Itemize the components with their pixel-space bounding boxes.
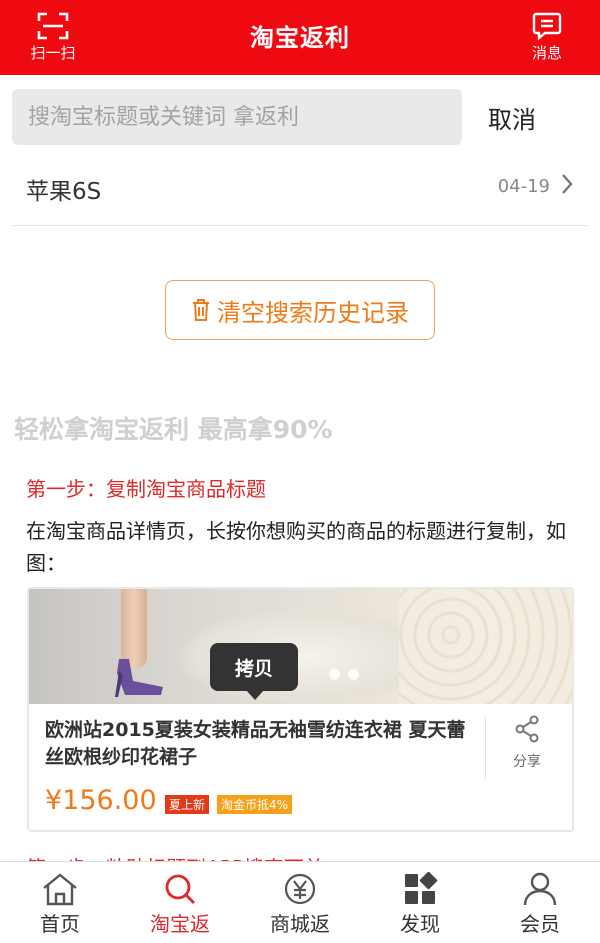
new-badge: 夏上新 <box>165 795 210 814</box>
tab-discover[interactable]: 发现 <box>360 862 480 943</box>
message-button[interactable]: 消息 <box>516 10 578 63</box>
clear-history-button[interactable]: 清空搜索历史记录 <box>165 280 435 340</box>
history-item[interactable]: 苹果6S 04-19 <box>12 160 588 226</box>
product-price: ¥156.00 <box>45 785 157 816</box>
step1-title: 第一步：复制淘宝商品标题 <box>26 477 266 501</box>
home-icon <box>43 873 77 906</box>
clear-history-label: 清空搜索历史记录 <box>217 298 409 327</box>
share-button: 分享 <box>497 715 557 771</box>
carousel-dots <box>329 669 359 680</box>
message-icon <box>532 12 562 40</box>
tab-home-label: 首页 <box>40 912 80 936</box>
tab-taobao-rebate[interactable]: 淘宝返 <box>120 862 240 943</box>
history-term: 苹果6S <box>26 179 102 205</box>
history-date: 04-19 <box>497 176 550 197</box>
step1-description: 在淘宝商品详情页，长按你想购买的商品的标题进行复制，如图： <box>26 519 566 575</box>
tab-home[interactable]: 首页 <box>0 862 120 943</box>
tab-taobao-rebate-label: 淘宝返 <box>150 912 210 936</box>
coupon-badge: 淘金币抵4% <box>217 795 293 814</box>
trash-icon <box>193 299 209 321</box>
share-label: 分享 <box>513 754 541 770</box>
tab-member-label: 会员 <box>520 912 560 936</box>
shoe-graphic <box>115 659 163 697</box>
chevron-right-icon <box>562 174 573 194</box>
top-bar: 扫一扫 淘宝返利 消息 <box>0 0 600 75</box>
tab-mall-rebate[interactable]: 商城返 <box>240 862 360 943</box>
product-photo <box>29 589 572 704</box>
tab-mall-rebate-label: 商城返 <box>270 912 330 936</box>
copy-tooltip: 拷贝 <box>210 643 298 700</box>
search-box <box>12 89 462 145</box>
page-title: 淘宝返利 <box>250 24 350 52</box>
guide-heading: 轻松拿淘宝返利 最高拿90% <box>14 415 333 444</box>
grid-icon <box>405 872 438 904</box>
tab-member[interactable]: 会员 <box>480 862 600 943</box>
yen-coin-icon <box>284 873 316 905</box>
product-title: 欧洲站2015夏装女装精品无袖雪纺连衣裙 夏天蕾丝欧根纱印花裙子 <box>45 719 466 768</box>
message-label: 消息 <box>531 44 562 62</box>
share-icon <box>515 715 539 743</box>
cancel-button[interactable]: 取消 <box>488 100 536 135</box>
person-icon <box>523 872 557 906</box>
search-icon <box>165 874 195 904</box>
example-product-card: 拷贝 欧洲站2015夏装女装精品无袖雪纺连衣裙 夏天蕾丝欧根纱印花裙子 分享 ¥… <box>27 587 574 832</box>
bottom-tab-bar: 首页 淘宝返 商城返 发现 会员 <box>0 861 600 943</box>
tab-discover-label: 发现 <box>400 912 440 936</box>
search-input[interactable] <box>12 89 462 145</box>
